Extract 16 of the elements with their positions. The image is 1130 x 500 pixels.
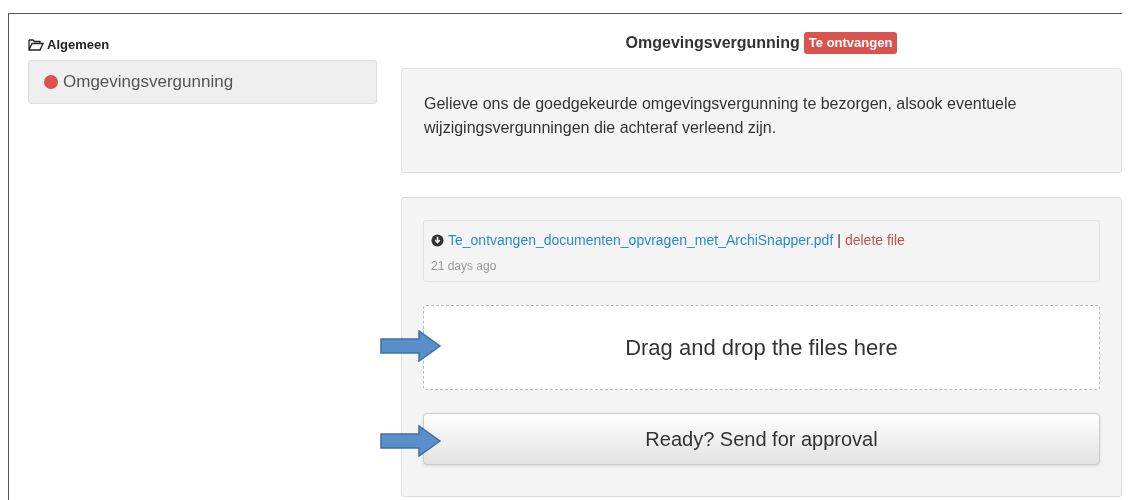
delete-file-link[interactable]: delete file bbox=[844, 230, 905, 251]
section-heading: Algemeen bbox=[47, 36, 110, 54]
file-link[interactable]: Te_ontvangen_documenten_opvragen_met_ArchiSnapper.pdf bbox=[448, 230, 834, 251]
send-for-approval-button[interactable]: Ready? Send for approval bbox=[423, 413, 1100, 465]
upload-time: 21 days ago bbox=[431, 258, 498, 275]
folder-icon bbox=[28, 38, 44, 51]
sidebar-item[interactable]: Omgevingsvergunning bbox=[28, 59, 377, 104]
item-label: Omgevingsvergunning bbox=[63, 70, 234, 93]
arrow-icon bbox=[380, 330, 442, 362]
status-badge: Te ontvangen bbox=[803, 32, 898, 54]
dropzone[interactable]: Drag and drop the files here bbox=[423, 305, 1100, 390]
separator: | bbox=[837, 231, 841, 250]
download-icon bbox=[431, 234, 444, 247]
page-title: Omgevingsvergunning bbox=[625, 33, 800, 53]
description-text: Gelieve ons de goedgekeurde omgevingsvergunning te bezorgen, alsook eventuele wijzigingsvergunningen die achteraf verleend zijn. bbox=[424, 94, 1018, 138]
arrow-icon bbox=[380, 425, 442, 457]
